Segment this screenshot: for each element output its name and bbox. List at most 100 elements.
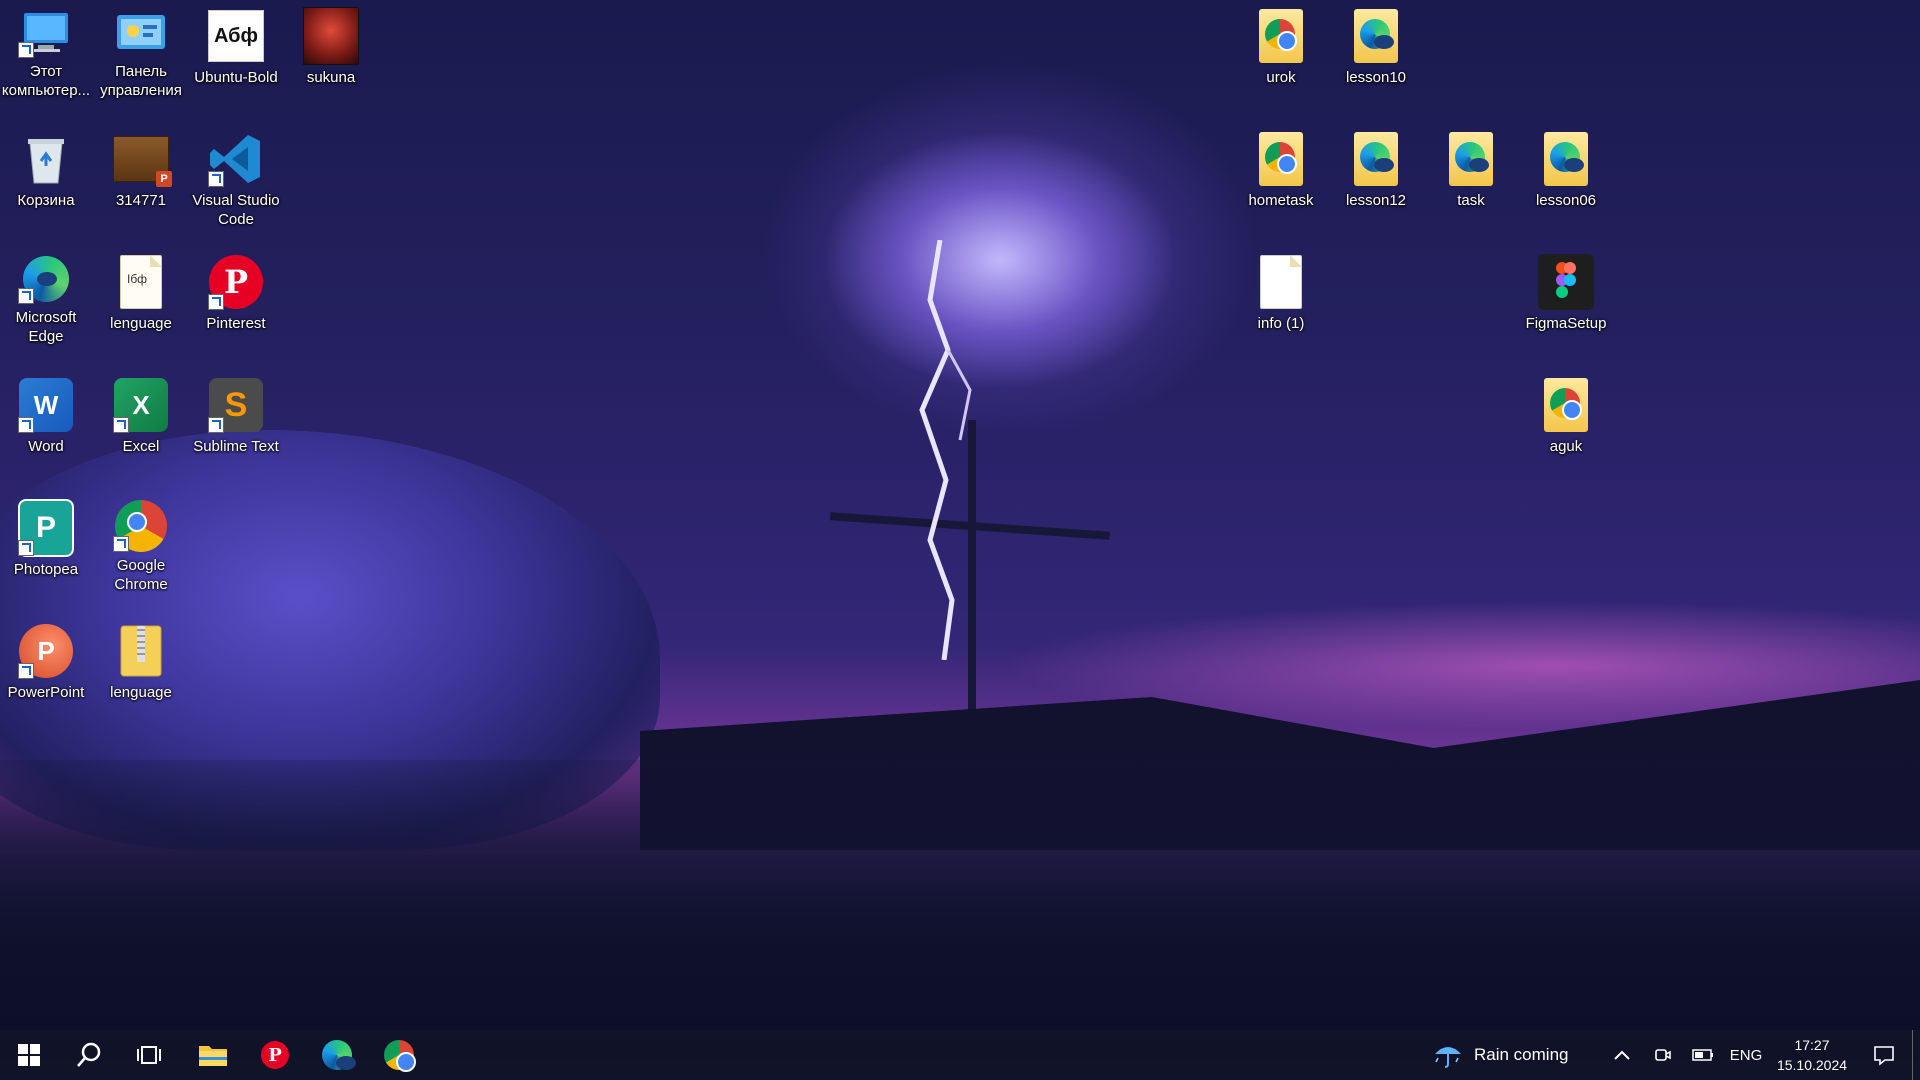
search-button[interactable] — [62, 1035, 116, 1075]
chrome-icon — [1265, 19, 1297, 51]
desktop-icon-lenguage-zip[interactable]: lenguage — [95, 615, 187, 715]
show-hidden-icons-button[interactable] — [1604, 1030, 1640, 1080]
icon-label: lesson12 — [1345, 192, 1407, 209]
language-indicator[interactable]: ENG — [1724, 1030, 1768, 1080]
desktop-icon-edge[interactable]: Microsoft Edge — [0, 246, 92, 346]
desktop-icon-excel[interactable]: X Excel — [95, 369, 187, 469]
wallpaper-ship-mast — [968, 420, 976, 760]
icon-label: lesson06 — [1535, 192, 1597, 209]
edge-icon — [1360, 19, 1394, 49]
html-file-icon — [1544, 378, 1588, 432]
icon-label: PowerPoint — [7, 684, 85, 701]
edge-icon — [322, 1040, 356, 1070]
taskbar-edge[interactable] — [310, 1035, 364, 1075]
taskbar-pinterest[interactable]: P — [248, 1035, 302, 1075]
icon-label: lesson10 — [1345, 69, 1407, 86]
recycle-bin-icon — [18, 131, 74, 187]
shortcut-arrow-icon — [18, 42, 34, 58]
font-file-icon: Iбф — [120, 255, 162, 309]
umbrella-rain-icon — [1435, 1047, 1461, 1068]
html-file-icon — [1449, 132, 1493, 186]
clock-date: 15.10.2024 — [1776, 1057, 1848, 1073]
font-file-icon: Абф — [208, 10, 264, 62]
icon-label: 314771 — [115, 192, 167, 209]
weather-text: Rain coming — [1474, 1045, 1569, 1064]
icon-label: FigmaSetup — [1525, 315, 1607, 332]
folder-icon — [199, 1046, 227, 1066]
wallpaper-lightning — [919, 240, 972, 660]
weather-widget[interactable]: Rain coming — [1432, 1030, 1592, 1080]
desktop-icon-lesson06[interactable]: lesson06 — [1520, 123, 1612, 223]
wallpaper-pink-glow — [1000, 600, 1920, 730]
icon-label: Панель управления — [100, 63, 182, 99]
show-desktop-button[interactable] — [1912, 1030, 1916, 1080]
desktop-icon-chrome[interactable]: Google Chrome — [95, 492, 187, 593]
desktop-icon-sukuna[interactable]: sukuna — [285, 0, 377, 100]
clock[interactable]: 17:27 15.10.2024 — [1772, 1030, 1852, 1080]
icon-label: Sublime Text — [193, 438, 279, 455]
icon-label: lenguage — [110, 684, 172, 701]
icon-label: Ubuntu-Bold — [194, 69, 278, 86]
icon-label: lenguage — [110, 315, 172, 332]
icon-label: Photopea — [13, 561, 79, 578]
desktop-icon-pinterest[interactable]: P Pinterest — [190, 246, 282, 346]
desktop-icon-ubuntu-bold[interactable]: Абф Ubuntu-Bold — [190, 0, 282, 100]
icon-label: Visual Studio Code — [192, 192, 280, 228]
desktop-icon-this-pc[interactable]: Этот компьютер... — [0, 0, 92, 100]
desktop-icon-control-panel[interactable]: Панель управления — [95, 0, 187, 100]
shortcut-arrow-icon — [208, 294, 224, 310]
desktop-icon-aguk[interactable]: aguk — [1520, 369, 1612, 469]
chevron-up-icon — [1614, 1050, 1630, 1060]
meet-now-button[interactable] — [1646, 1030, 1680, 1080]
taskbar-chrome[interactable] — [372, 1035, 426, 1075]
font-file-glyph: Iбф — [127, 272, 147, 286]
wallpaper-shipwreck — [640, 680, 1920, 850]
edge-icon — [1550, 142, 1584, 172]
desktop-icon-lenguage-doc[interactable]: Iбф lenguage — [95, 246, 187, 346]
desktop-icon-lesson12[interactable]: lesson12 — [1330, 123, 1422, 223]
desktop-icon-photopea[interactable]: P Photopea — [0, 492, 92, 592]
icon-label: Excel — [122, 438, 160, 455]
chrome-icon — [1265, 142, 1297, 174]
search-icon — [77, 1042, 101, 1067]
shortcut-arrow-icon — [18, 663, 34, 679]
desktop-icon-vscode[interactable]: Visual Studio Code — [190, 123, 282, 228]
desktop-icon-figmasetup[interactable]: FigmaSetup — [1520, 246, 1612, 346]
icon-label: aguk — [1549, 438, 1583, 455]
powerpoint-badge-icon: P — [156, 171, 172, 187]
blank-file-icon — [1260, 255, 1302, 309]
icon-label: hometask — [1248, 192, 1314, 209]
task-view-button[interactable] — [122, 1035, 176, 1075]
battery-button[interactable] — [1686, 1030, 1720, 1080]
start-button[interactable] — [2, 1035, 56, 1075]
icon-label: Pinterest — [206, 315, 266, 332]
icon-label: Microsoft Edge — [15, 309, 77, 345]
shortcut-arrow-icon — [208, 171, 224, 187]
action-center-button[interactable] — [1862, 1030, 1906, 1080]
desktop-icon-lesson10[interactable]: lesson10 — [1330, 0, 1422, 100]
edge-icon — [1360, 142, 1394, 172]
desktop-icon-hometask[interactable]: hometask — [1235, 123, 1327, 223]
control-panel-icon — [113, 8, 169, 58]
icon-label: sukuna — [306, 69, 356, 86]
icon-label: info (1) — [1257, 315, 1305, 332]
html-file-icon — [1354, 132, 1398, 186]
taskbar-file-explorer[interactable] — [186, 1035, 240, 1075]
wallpaper-ground — [0, 760, 1920, 1060]
desktop-icon-task[interactable]: task — [1425, 123, 1517, 223]
shortcut-arrow-icon — [113, 417, 129, 433]
desktop-icon-info1[interactable]: info (1) — [1235, 246, 1327, 346]
shortcut-arrow-icon — [113, 536, 129, 552]
windows-logo-icon — [18, 1044, 40, 1066]
zip-folder-icon — [113, 623, 169, 679]
desktop-icon-recycle-bin[interactable]: Корзина — [0, 123, 92, 223]
camera-icon — [1655, 1049, 1671, 1061]
desktop-icon-word[interactable]: W Word — [0, 369, 92, 469]
desktop-icon-sublime[interactable]: S Sublime Text — [190, 369, 282, 469]
desktop-icon-powerpoint[interactable]: P PowerPoint — [0, 615, 92, 715]
battery-icon — [1692, 1049, 1713, 1061]
desktop-icon-314771[interactable]: P 314771 — [95, 123, 187, 223]
desktop-icon-urok[interactable]: urok — [1235, 0, 1327, 100]
monitor-icon — [18, 8, 74, 58]
notification-icon — [1874, 1046, 1894, 1066]
